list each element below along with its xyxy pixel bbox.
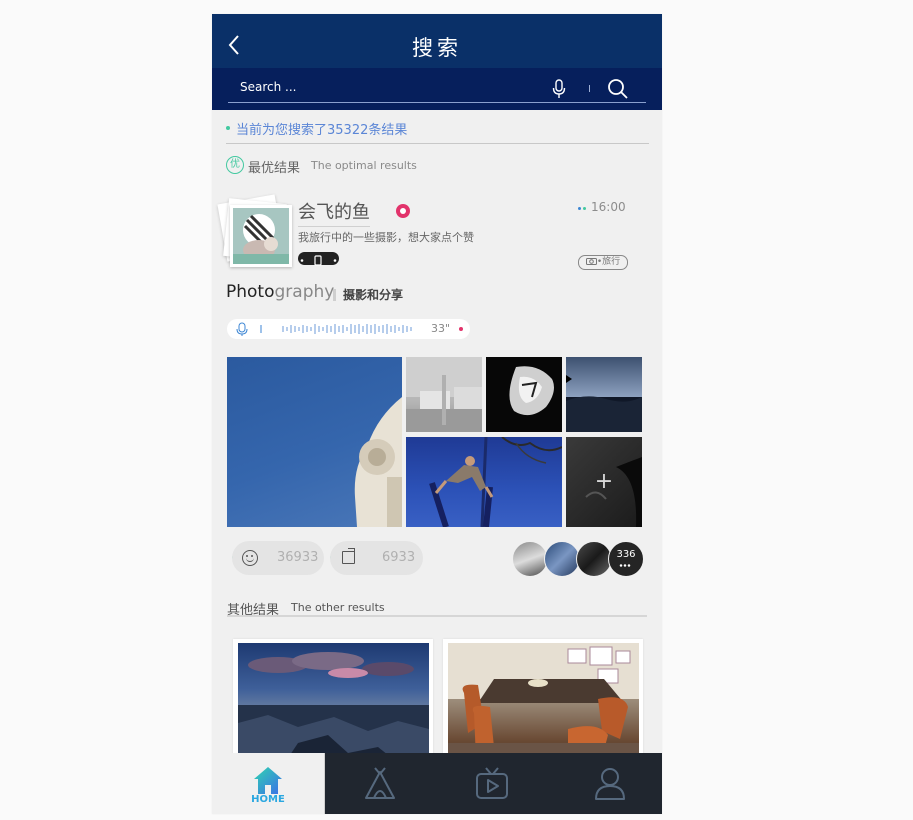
like-button[interactable]: 36933 [232,541,324,575]
share-icon [342,548,355,564]
voice-waveform [282,324,412,334]
more-dots-icon [619,564,631,567]
result-count: 当前为您搜索了35322条结果 [236,123,408,138]
post-time: 16:00 [591,200,626,214]
optimal-label-en: The optimal results [311,159,417,172]
post-bio: 我旅行中的一些摄影，想大家点个赞 [298,231,474,244]
search-divider [589,85,590,92]
search-underline [228,102,646,103]
page-title: 搜索 [412,36,462,60]
category-tag[interactable]: •旅行 [578,255,628,270]
mic-icon[interactable] [552,79,566,99]
plus-icon[interactable]: + [566,437,642,527]
gallery-photo[interactable] [566,357,642,432]
time-dot [583,207,586,210]
gallery-photo[interactable] [486,357,562,432]
tab-explore[interactable] [324,753,436,814]
tab-profile[interactable] [548,753,660,814]
phone-screen: 搜索 Search ... 当前为您搜索了35322条结果 优 最优结果 The… [212,14,662,814]
share-button[interactable]: 6933 [330,541,423,575]
other-label-en: The other results [291,601,385,614]
camp-icon [365,767,395,799]
count-dot [226,126,230,130]
post-subtitle: 摄影和分享 [343,288,404,302]
phone-icon [300,255,337,266]
viewer-avatar[interactable] [512,541,548,577]
viewer-count[interactable]: 336 [608,541,644,577]
username[interactable]: 会飞的鱼 [298,198,370,227]
divider [227,615,647,617]
gallery-photo[interactable] [406,437,562,527]
gallery-photo[interactable] [406,357,482,432]
search-bar: Search ... [212,68,662,110]
tab-bar: HOME [212,753,662,814]
verified-badge-icon [396,204,410,218]
voice-duration: 33" [431,322,451,335]
unread-dot [459,327,463,331]
voice-message[interactable]: 33" [227,319,470,339]
app-header: 搜索 [212,14,662,68]
user-icon [595,768,625,800]
tab-home[interactable]: HOME [212,753,325,814]
device-tag [298,252,339,266]
time-dot [578,207,581,210]
title-separator [333,289,336,301]
smiley-icon [242,550,258,566]
share-count: 6933 [382,550,416,565]
post-title: Photography [226,282,335,302]
tab-video[interactable] [436,753,548,814]
avatar[interactable] [217,194,292,271]
search-input[interactable]: Search ... [240,80,296,94]
mic-icon [236,322,262,336]
viewer-avatar[interactable] [576,541,612,577]
tv-icon [476,767,508,799]
home-icon [254,767,282,794]
like-count: 36933 [277,550,319,565]
viewer-avatar[interactable] [544,541,580,577]
divider [226,143,649,144]
search-icon[interactable] [607,78,629,100]
optimal-badge-icon: 优 [226,156,244,174]
tab-home-label: HOME [251,794,285,805]
camera-icon [585,258,597,265]
gallery-photo[interactable] [227,357,402,527]
optimal-label: 最优结果 [248,161,301,176]
